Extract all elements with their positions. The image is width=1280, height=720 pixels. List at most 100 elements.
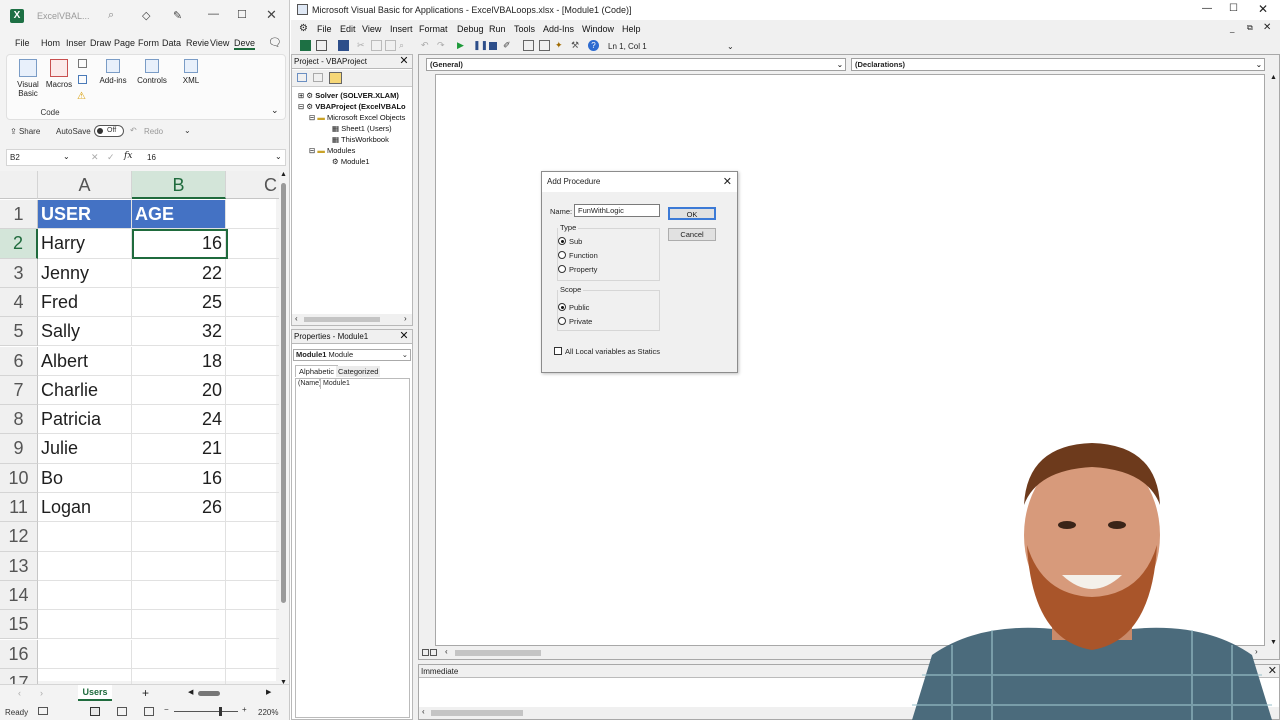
cell-empty[interactable]	[226, 551, 286, 581]
cell-age[interactable]: 20	[132, 375, 226, 406]
normal-view-icon[interactable]	[90, 707, 100, 716]
tree-module1[interactable]: ⚙ Module1	[332, 157, 370, 166]
name-box-dropdown-icon[interactable]: ⌄	[63, 152, 70, 161]
accessibility-icon[interactable]	[38, 707, 48, 715]
tree-solver[interactable]: ⊞ ⚙ Solver (SOLVER.XLAM)	[298, 91, 399, 100]
tab-alphabetic[interactable]: Alphabetic	[295, 365, 339, 377]
properties-pane-close-icon[interactable]: ✕	[398, 331, 410, 343]
pen-icon[interactable]: ✎	[173, 9, 182, 22]
select-all-corner[interactable]	[0, 171, 38, 199]
cell-age[interactable]	[132, 610, 226, 640]
tab-view[interactable]: View	[210, 38, 229, 48]
copy-icon[interactable]	[371, 40, 382, 51]
formula-input[interactable]: 16	[147, 153, 156, 162]
row-header[interactable]: 5	[0, 317, 38, 347]
insert-function-icon[interactable]: fx	[124, 151, 132, 161]
add-sheet-icon[interactable]: +	[142, 686, 149, 700]
cell-user[interactable]: Logan	[38, 493, 132, 523]
object-combo-dropdown-icon[interactable]: ⌄	[837, 59, 843, 70]
menu-window[interactable]: Window	[582, 24, 614, 34]
toggle-folders-icon[interactable]	[329, 72, 342, 84]
child-minimize-icon[interactable]: _	[1230, 24, 1234, 33]
code-scroll-up-icon[interactable]: ▲	[1270, 74, 1277, 81]
row-header[interactable]: 2	[0, 229, 38, 259]
ok-button[interactable]: OK	[668, 207, 716, 220]
cell-empty[interactable]	[226, 200, 286, 230]
view-code-icon[interactable]	[297, 73, 307, 82]
row-header[interactable]: 16	[0, 639, 38, 669]
page-layout-icon[interactable]	[117, 707, 127, 716]
cell-empty[interactable]	[226, 522, 286, 552]
row-header[interactable]: 9	[0, 434, 38, 464]
zoom-in-icon[interactable]: +	[242, 705, 247, 714]
vbe-maximize-icon[interactable]: ☐	[1229, 3, 1238, 14]
add-ins-button[interactable]: Add-ins	[99, 59, 127, 85]
tree-sheet1[interactable]: ▦ Sheet1 (Users)	[332, 124, 392, 133]
cell-age[interactable]: 16	[132, 463, 226, 493]
row-header[interactable]: 12	[0, 522, 38, 552]
tree-excel-objects[interactable]: ⊟ ▬ Microsoft Excel Objects	[309, 113, 405, 122]
cell-user[interactable]: Patricia	[38, 405, 132, 435]
project-explorer-icon[interactable]	[523, 40, 534, 51]
row-header[interactable]: 1	[0, 200, 38, 230]
cut-icon[interactable]: ✂	[357, 40, 368, 51]
cell-empty[interactable]	[226, 610, 286, 640]
cell-age[interactable]	[132, 522, 226, 552]
code-scroll-thumb[interactable]	[455, 650, 541, 656]
cell-user[interactable]: Fred	[38, 287, 132, 318]
immediate-scroll-thumb[interactable]	[431, 710, 523, 716]
properties-object-combo[interactable]: Module1 Module ⌄	[293, 349, 411, 361]
menu-format[interactable]: Format	[419, 24, 448, 34]
zoom-level[interactable]: 220%	[258, 708, 278, 717]
cell-age[interactable]: 32	[132, 317, 226, 347]
cell-user[interactable]	[38, 580, 132, 611]
macro-security-icon[interactable]: ⚠	[77, 91, 86, 102]
menu-view[interactable]: View	[362, 24, 381, 34]
cell-empty[interactable]	[226, 346, 286, 376]
cell-user[interactable]: Sally	[38, 317, 132, 347]
undo-icon[interactable]: ↶	[421, 40, 432, 51]
zoom-slider-thumb[interactable]	[219, 707, 222, 716]
cell-user[interactable]	[38, 639, 132, 669]
cell-user[interactable]: Harry	[38, 229, 132, 259]
share-button[interactable]: ⇪ Share	[10, 127, 40, 136]
run-icon[interactable]: ▶	[457, 40, 468, 51]
cell-age[interactable]: 22	[132, 258, 226, 288]
macros-button[interactable]: Macros	[45, 59, 73, 89]
hscroll-thumb[interactable]	[198, 691, 220, 696]
confirm-entry-icon[interactable]: ✓	[107, 152, 115, 163]
scope-public-radio[interactable]	[558, 303, 566, 311]
cell-user[interactable]: Julie	[38, 434, 132, 464]
row-header[interactable]: 7	[0, 375, 38, 406]
vbe-close-icon[interactable]: ✕	[1258, 2, 1268, 16]
view-excel-icon[interactable]	[300, 40, 311, 51]
next-sheet-icon[interactable]: ›	[40, 688, 43, 698]
cell-user[interactable]: Jenny	[38, 258, 132, 288]
tab-categorized[interactable]: Categorized	[336, 366, 381, 377]
cell-user[interactable]	[38, 551, 132, 581]
cell-age[interactable]: 26	[132, 493, 226, 523]
menu-run[interactable]: Run	[489, 24, 506, 34]
properties-window-icon[interactable]	[539, 40, 550, 51]
project-scroll-thumb[interactable]	[304, 317, 380, 322]
row-header[interactable]: 11	[0, 493, 38, 523]
cell-age[interactable]: 21	[132, 434, 226, 464]
procedure-combo-dropdown-icon[interactable]: ⌄	[1256, 59, 1262, 70]
tab-home[interactable]: Hom	[41, 38, 60, 48]
row-header[interactable]: 3	[0, 258, 38, 288]
cell-user[interactable]	[38, 522, 132, 552]
properties-combo-dropdown-icon[interactable]: ⌄	[402, 350, 408, 360]
procedure-view-icon[interactable]	[422, 649, 429, 656]
cell-empty[interactable]	[226, 463, 286, 493]
menu-add-ins[interactable]: Add-Ins	[543, 24, 574, 34]
design-mode-icon[interactable]: ✐	[503, 40, 514, 51]
redo-icon[interactable]: ↷	[437, 40, 448, 51]
redo-button[interactable]: Redo	[144, 127, 163, 136]
project-hscrollbar[interactable]: ‹ ›	[292, 314, 412, 325]
scope-private-radio[interactable]	[558, 317, 566, 325]
cell-empty[interactable]	[226, 405, 286, 435]
find-icon[interactable]: ⌕	[399, 40, 410, 51]
procedure-combo[interactable]: (Declarations) ⌄	[851, 58, 1265, 71]
tree-modules[interactable]: ⊟ ▬ Modules	[309, 146, 355, 155]
controls-button[interactable]: Controls	[135, 59, 169, 85]
